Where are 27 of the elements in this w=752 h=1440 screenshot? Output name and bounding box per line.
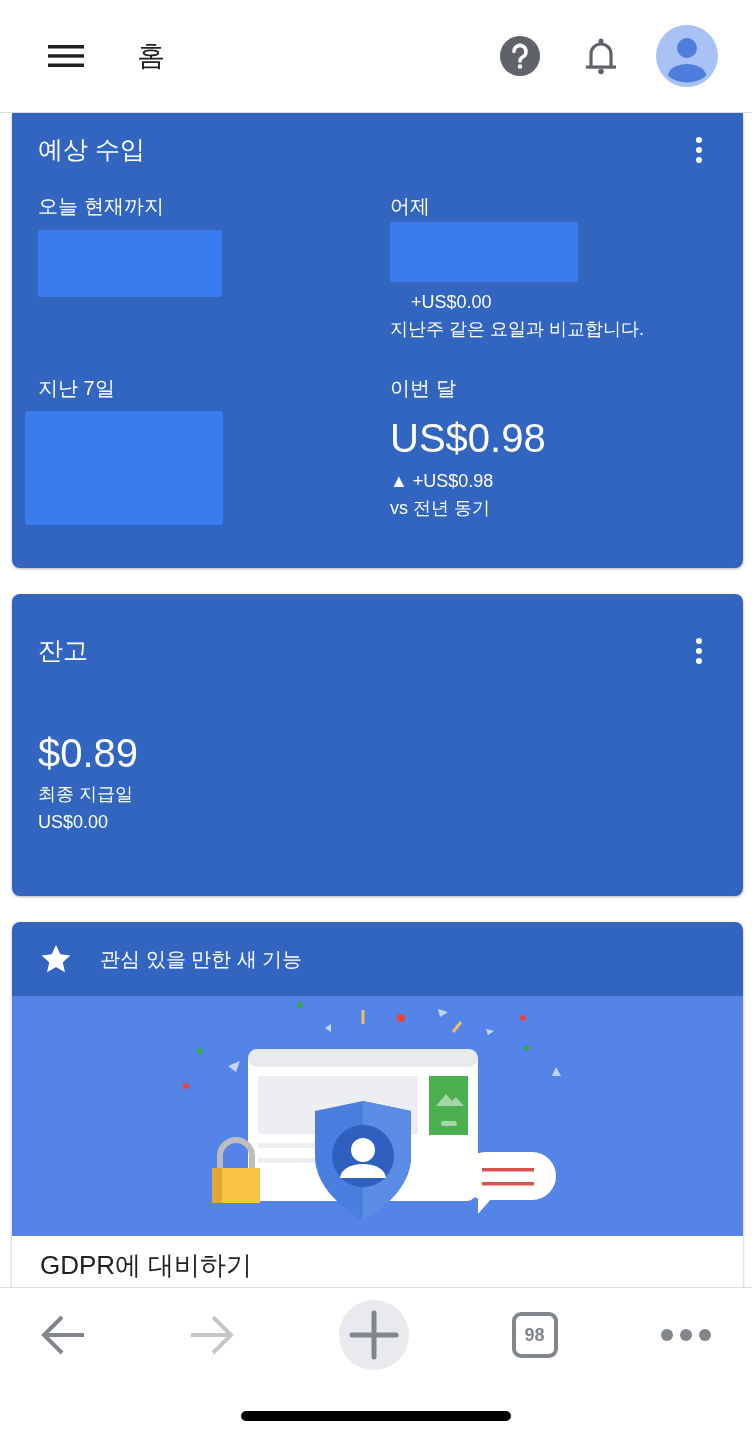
comparison-note: 지난주 같은 요일과 비교합니다. bbox=[390, 318, 644, 341]
last-payment-label: 최종 지급일 bbox=[38, 783, 134, 806]
more-options-icon[interactable] bbox=[695, 135, 703, 164]
metric-label: 어제 bbox=[390, 194, 430, 219]
menu-icon[interactable] bbox=[48, 44, 84, 68]
change-text: ▲ +US$0.98 bbox=[390, 471, 494, 492]
avatar-icon[interactable] bbox=[656, 25, 718, 87]
metric-value: US$0.98 bbox=[390, 416, 546, 461]
change-text: +US$0.00 bbox=[411, 292, 492, 313]
card-title: 예상 수입 bbox=[38, 134, 145, 165]
card-title: 잔고 bbox=[38, 635, 88, 666]
metric-label: 지난 7일 bbox=[38, 376, 115, 401]
metric-label: 오늘 현재까지 bbox=[38, 194, 164, 219]
metric-label: 이번 달 bbox=[390, 376, 456, 401]
more-options-icon[interactable] bbox=[695, 636, 703, 665]
page-title: 홈 bbox=[137, 39, 165, 73]
comparison-note: vs 전년 동기 bbox=[390, 497, 490, 520]
last-payment-amount: US$0.00 bbox=[38, 812, 110, 833]
feature-title: 관심 있을 만한 새 기능 bbox=[100, 946, 303, 972]
more-icon[interactable] bbox=[660, 1328, 712, 1342]
notifications-icon[interactable] bbox=[585, 36, 617, 76]
feature-heading: GDPR에 대비하기 bbox=[40, 1250, 253, 1280]
balance-amount: $0.89 bbox=[38, 731, 140, 776]
tab-count-button[interactable]: 98 bbox=[511, 1312, 558, 1358]
star-icon bbox=[40, 943, 72, 975]
new-tab-button[interactable] bbox=[339, 1300, 409, 1370]
help-icon[interactable] bbox=[500, 36, 540, 76]
